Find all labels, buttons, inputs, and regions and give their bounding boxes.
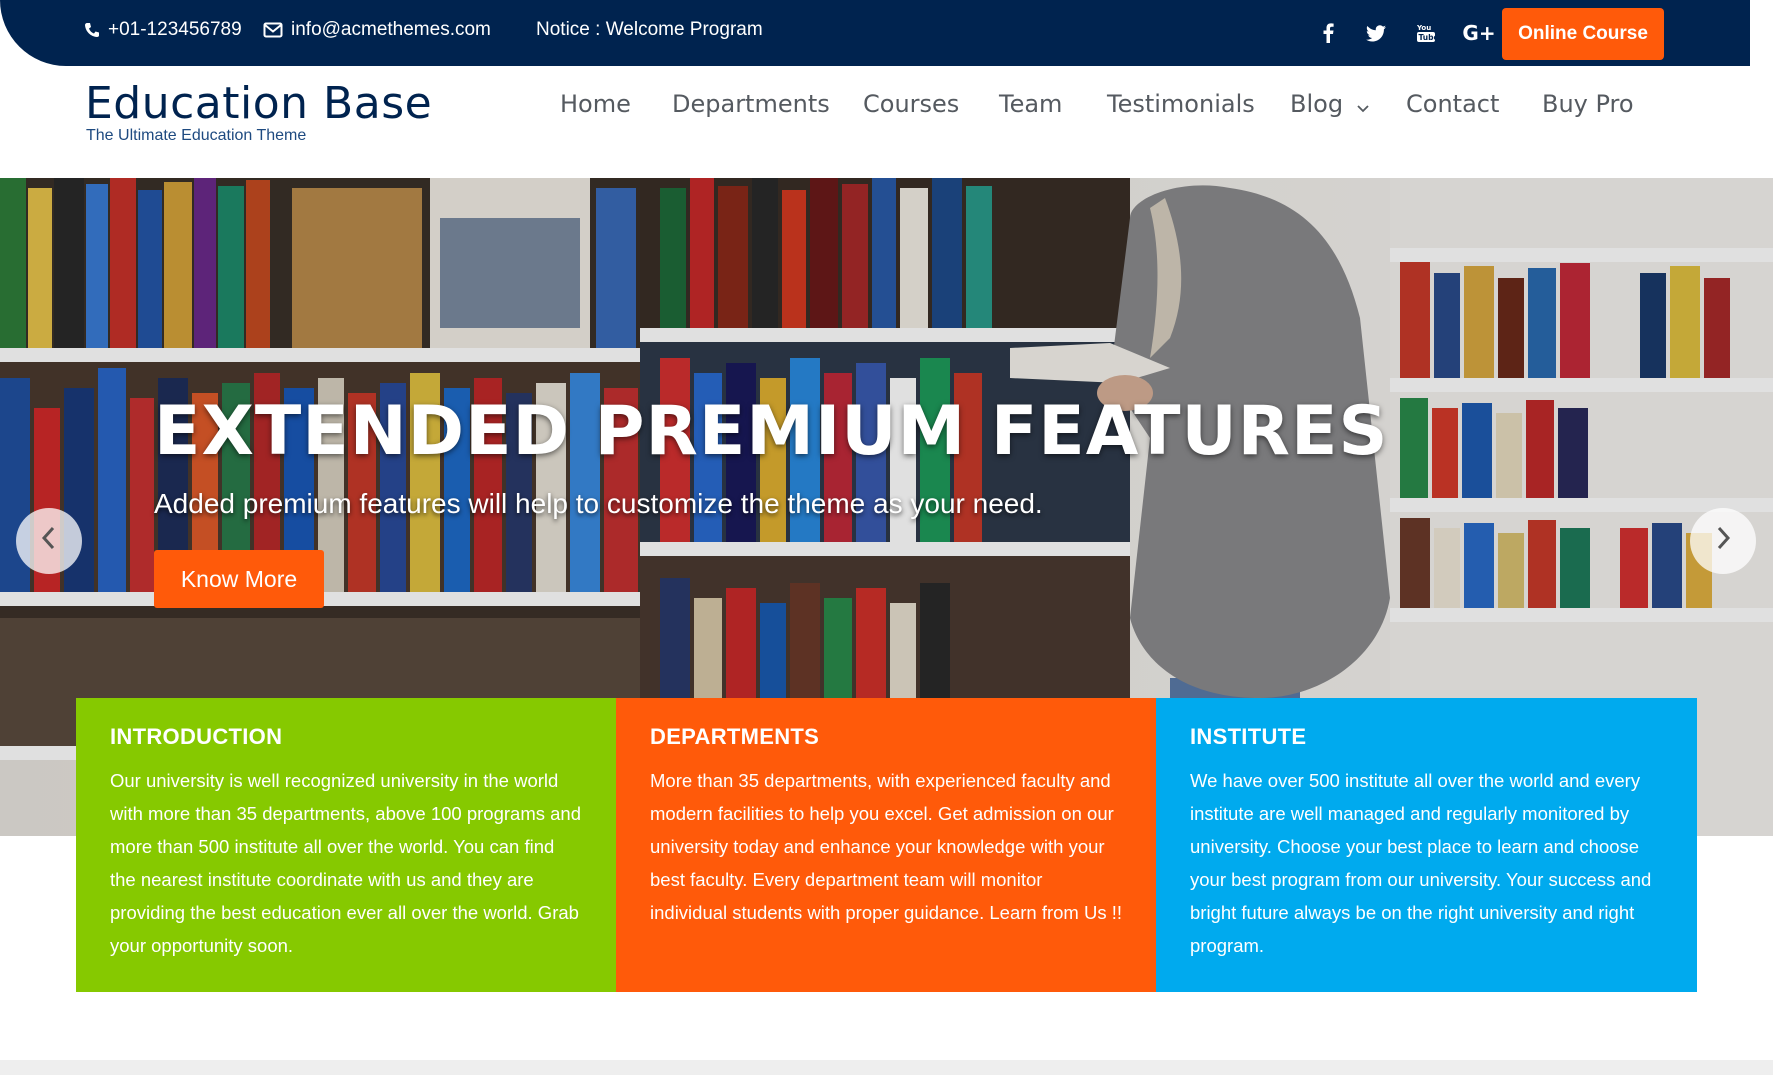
info-box-departments: DEPARTMENTS More than 35 departments, wi…: [616, 698, 1156, 992]
nav-item-contact[interactable]: Contact: [1406, 90, 1499, 118]
twitter-icon[interactable]: [1358, 0, 1394, 66]
know-more-button[interactable]: Know More: [154, 550, 324, 608]
youtube-icon[interactable]: YouTube: [1408, 0, 1444, 66]
slider-prev-button[interactable]: [16, 508, 82, 574]
nav-item-buy-pro[interactable]: Buy Pro: [1542, 90, 1634, 118]
phone-icon: [84, 22, 100, 38]
chevron-down-icon: [1357, 91, 1369, 119]
nav-item-blog[interactable]: Blog: [1290, 90, 1369, 119]
svg-text:Tube: Tube: [1419, 33, 1436, 42]
info-box-institute: INSTITUTE We have over 500 institute all…: [1156, 698, 1697, 992]
nav-item-departments[interactable]: Departments: [672, 90, 830, 118]
online-course-button[interactable]: Online Course: [1502, 8, 1664, 60]
notice-text: Notice : Welcome Program: [536, 0, 763, 60]
info-box-title: DEPARTMENTS: [650, 724, 820, 749]
info-box-text: We have over 500 institute all over the …: [1190, 770, 1652, 956]
info-box-title: INSTITUTE: [1190, 724, 1307, 749]
info-box-text: Our university is well recognized univer…: [110, 770, 582, 956]
phone-number: +01-123456789: [108, 19, 242, 40]
email-contact[interactable]: info@acmethemes.com: [263, 0, 491, 60]
hero-subtitle: Added premium features will help to cust…: [154, 488, 1043, 519]
site-title[interactable]: Education Base: [85, 78, 432, 129]
google-plus-icon[interactable]: G+: [1458, 0, 1500, 66]
notice-label: Notice : Welcome Program: [536, 19, 763, 40]
nav-item-testimonials[interactable]: Testimonials: [1107, 90, 1255, 118]
envelope-icon: [263, 22, 283, 38]
nav-item-blog-label: Blog: [1290, 89, 1344, 118]
nav-item-courses[interactable]: Courses: [863, 90, 959, 118]
slider-next-button[interactable]: [1690, 508, 1756, 574]
hero-title: EXTENDED PREMIUM FEATURES: [154, 392, 1389, 471]
info-box-title: INTRODUCTION: [110, 724, 283, 749]
phone-contact[interactable]: +01-123456789: [84, 0, 242, 60]
section-divider: [0, 1060, 1773, 1075]
chevron-left-icon: [41, 524, 57, 558]
nav-item-home[interactable]: Home: [560, 90, 631, 118]
nav-item-team[interactable]: Team: [999, 90, 1062, 118]
site-tagline: The Ultimate Education Theme: [86, 127, 307, 144]
top-bar: +01-123456789 info@acmethemes.com Notice…: [0, 0, 1750, 66]
chevron-right-icon: [1715, 524, 1731, 558]
svg-text:You: You: [1417, 24, 1431, 32]
facebook-icon[interactable]: [1310, 0, 1346, 66]
email-address: info@acmethemes.com: [291, 19, 491, 40]
info-box-introduction: INTRODUCTION Our university is well reco…: [76, 698, 616, 992]
info-box-text: More than 35 departments, with experienc…: [650, 770, 1123, 923]
